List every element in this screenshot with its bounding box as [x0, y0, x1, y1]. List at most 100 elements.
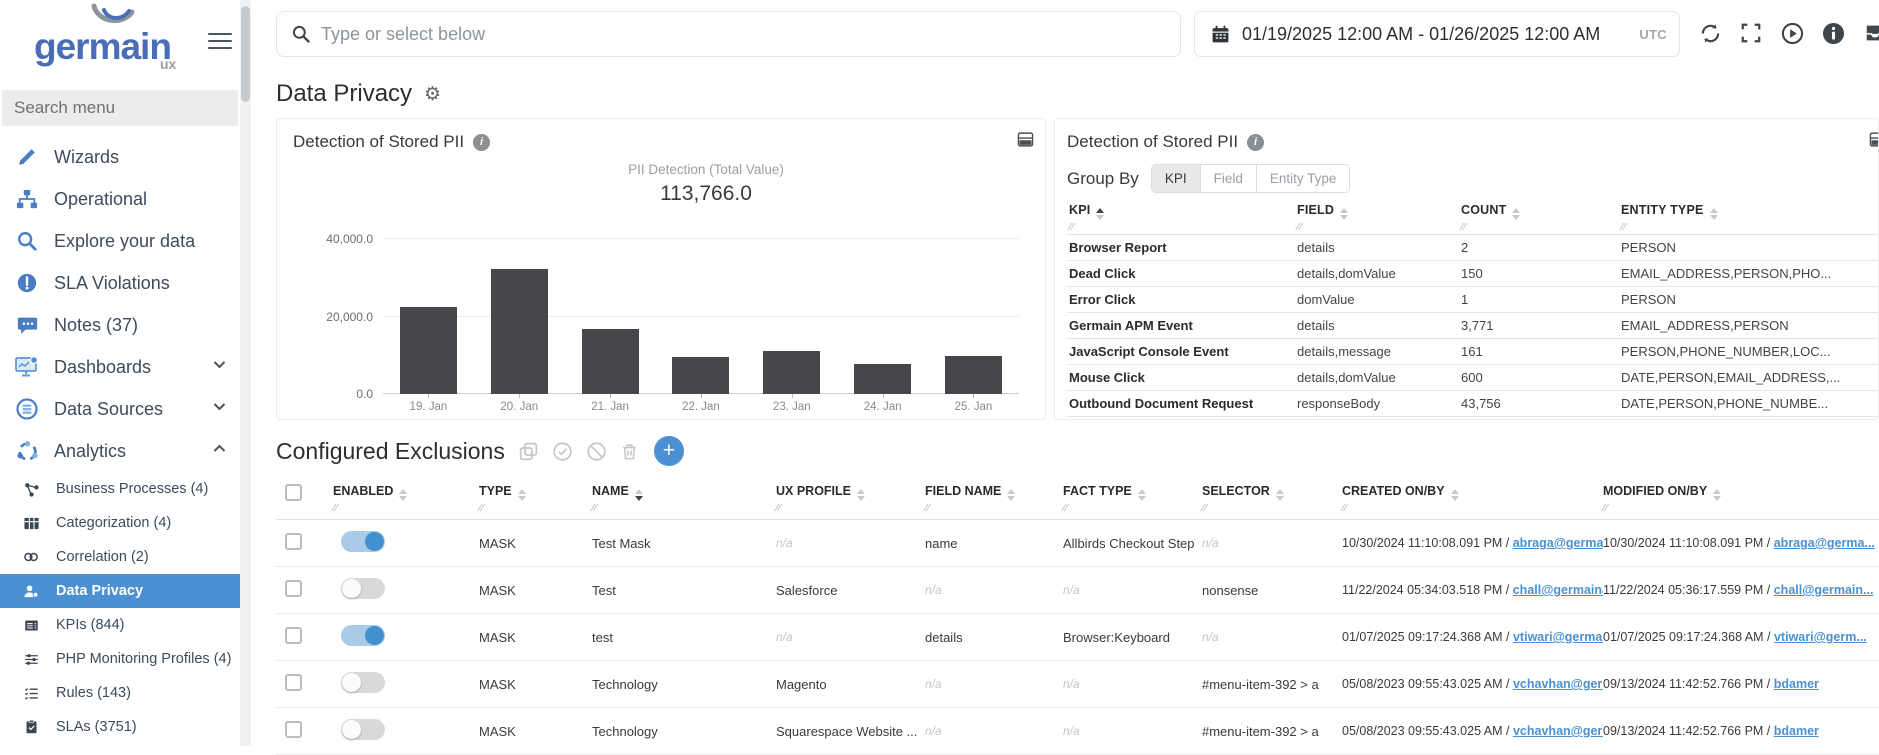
row-checkbox[interactable] — [285, 533, 302, 550]
row-checkbox[interactable] — [285, 721, 302, 738]
sidebar-item-categorization[interactable]: Categorization (4) — [0, 506, 240, 540]
sidebar-item-data-privacy[interactable]: Data Privacy — [0, 574, 240, 608]
pii-table-row[interactable]: JavaScript Console Eventdetails,message1… — [1067, 338, 1878, 364]
column-header-count[interactable]: COUNT⁄⁄ — [1461, 203, 1621, 220]
enabled-toggle[interactable] — [341, 719, 385, 740]
column-header-kpi[interactable]: KPI⁄⁄ — [1069, 203, 1297, 220]
column-header-modified-on-by[interactable]: MODIFIED ON/BY⁄⁄ — [1603, 484, 1879, 501]
play-circle-icon[interactable] — [1781, 22, 1805, 46]
created-by-link[interactable]: vchavhan@germ... — [1513, 677, 1603, 691]
sidebar-item-business-processes[interactable]: Business Processes (4) — [0, 472, 240, 506]
created-by-link[interactable]: chall@germaina... — [1513, 583, 1603, 597]
modified-by-link[interactable]: chall@germain... — [1774, 583, 1874, 597]
modified-by-link[interactable]: bdamer — [1774, 677, 1819, 691]
column-resize-handle[interactable]: ⁄⁄ — [1202, 503, 1207, 514]
column-resize-handle[interactable]: ⁄⁄ — [1621, 222, 1626, 233]
inbox-icon[interactable] — [1863, 22, 1879, 46]
column-header-selector[interactable]: SELECTOR⁄⁄ — [1202, 484, 1342, 501]
hamburger-menu-icon[interactable] — [208, 28, 232, 54]
chart-bar[interactable] — [672, 357, 729, 394]
pii-table-row[interactable]: Outbound HTTP RequestresponseBody65,325P… — [1067, 416, 1878, 420]
column-header-fact-type[interactable]: FACT TYPE⁄⁄ — [1063, 484, 1202, 501]
pii-table-row[interactable]: Outbound Document RequestresponseBody43,… — [1067, 390, 1878, 416]
table-view-toggle-icon[interactable] — [1016, 131, 1035, 148]
column-header-ux-profile[interactable]: UX PROFILE⁄⁄ — [776, 484, 925, 501]
column-header-type[interactable]: TYPE⁄⁄ — [479, 484, 592, 501]
modified-by-link[interactable]: bdamer — [1774, 724, 1819, 738]
created-by-link[interactable]: abraga@germain... — [1513, 536, 1603, 550]
sidebar-item-slas[interactable]: SLAs (3751) — [0, 710, 240, 744]
info-icon[interactable]: i — [473, 134, 490, 151]
group-by-option-entity-type[interactable]: Entity Type — [1257, 165, 1350, 192]
pii-table-row[interactable]: Mouse Clickdetails,domValue600DATE,PERSO… — [1067, 364, 1878, 390]
sidebar-item-notes[interactable]: Notes (37) — [0, 304, 240, 346]
sidebar-item-data-sources[interactable]: Data Sources — [0, 388, 240, 430]
column-resize-handle[interactable]: ⁄⁄ — [1063, 503, 1068, 514]
pii-table-row[interactable]: Browser Reportdetails2PERSON — [1067, 234, 1878, 260]
ban-icon[interactable] — [586, 441, 607, 462]
sidebar-item-operational[interactable]: Operational — [0, 178, 240, 220]
column-resize-handle[interactable]: ⁄⁄ — [592, 503, 597, 514]
chart-bar[interactable] — [763, 351, 820, 394]
column-header-entity-type[interactable]: ENTITY TYPE⁄⁄ — [1621, 203, 1878, 220]
enabled-toggle[interactable] — [341, 672, 385, 693]
chart-bar[interactable] — [854, 364, 911, 394]
chart-bar[interactable] — [400, 307, 457, 394]
add-exclusion-button[interactable]: + — [654, 436, 684, 466]
chart-view-toggle-icon[interactable] — [1868, 131, 1879, 148]
row-checkbox[interactable] — [285, 627, 302, 644]
column-resize-handle[interactable]: ⁄⁄ — [479, 503, 484, 514]
column-header-field[interactable]: FIELD⁄⁄ — [1297, 203, 1461, 220]
chart-bar[interactable] — [491, 269, 548, 394]
enabled-toggle[interactable] — [341, 531, 385, 552]
sidebar-item-rules[interactable]: Rules (143) — [0, 676, 240, 710]
sidebar-search-input[interactable] — [2, 90, 238, 126]
column-resize-handle[interactable]: ⁄⁄ — [776, 503, 781, 514]
group-by-option-field[interactable]: Field — [1201, 165, 1257, 192]
column-resize-handle[interactable]: ⁄⁄ — [1461, 222, 1466, 233]
scrollbar-thumb[interactable] — [241, 6, 250, 102]
trash-icon[interactable] — [620, 441, 641, 462]
column-resize-handle[interactable]: ⁄⁄ — [1297, 222, 1302, 233]
row-checkbox[interactable] — [285, 580, 302, 597]
date-range-picker[interactable]: 01/19/2025 12:00 AM - 01/26/2025 12:00 A… — [1194, 11, 1680, 57]
fullscreen-icon[interactable] — [1740, 22, 1764, 46]
refresh-icon[interactable] — [1699, 22, 1723, 46]
column-header-enabled[interactable]: ENABLED⁄⁄ — [333, 484, 479, 501]
global-search-input[interactable] — [321, 24, 1180, 45]
enabled-toggle[interactable] — [341, 625, 385, 646]
pii-table-row[interactable]: Germain APM Eventdetails3,771EMAIL_ADDRE… — [1067, 312, 1878, 338]
sidebar-item-dashboards[interactable]: Dashboards — [0, 346, 240, 388]
created-by-link[interactable]: vtiwari@germai... — [1513, 630, 1603, 644]
column-resize-handle[interactable]: ⁄⁄ — [1069, 222, 1074, 233]
copy-icon[interactable] — [518, 441, 539, 462]
column-header-created-on-by[interactable]: CREATED ON/BY⁄⁄ — [1342, 484, 1603, 501]
column-resize-handle[interactable]: ⁄⁄ — [1603, 503, 1608, 514]
sidebar-item-sla-violations[interactable]: SLA Violations — [0, 262, 240, 304]
created-by-link[interactable]: vchavhan@germ... — [1513, 724, 1603, 738]
chart-bar[interactable] — [945, 356, 1002, 394]
sidebar-item-php-monitoring-profiles[interactable]: PHP Monitoring Profiles (4) — [0, 642, 240, 676]
modified-by-link[interactable]: vtiwari@germ... — [1774, 630, 1867, 644]
group-by-option-kpi[interactable]: KPI — [1152, 165, 1201, 192]
row-checkbox[interactable] — [285, 674, 302, 691]
sidebar-item-kpis[interactable]: KPIs (844) — [0, 608, 240, 642]
chart-bar[interactable] — [582, 329, 639, 394]
info-icon[interactable]: i — [1247, 134, 1264, 151]
info-circle-icon[interactable] — [1822, 22, 1846, 46]
gear-icon[interactable]: ⚙ — [424, 83, 441, 106]
select-all-checkbox[interactable] — [285, 484, 302, 501]
sidebar-item-correlation[interactable]: Correlation (2) — [0, 540, 240, 574]
modified-by-link[interactable]: abraga@germa... — [1774, 536, 1875, 550]
sidebar-item-wizards[interactable]: Wizards — [0, 136, 240, 178]
column-resize-handle[interactable]: ⁄⁄ — [333, 503, 338, 514]
sidebar-item-analytics[interactable]: Analytics — [0, 430, 240, 472]
column-resize-handle[interactable]: ⁄⁄ — [925, 503, 930, 514]
enabled-toggle[interactable] — [341, 578, 385, 599]
pii-table-row[interactable]: Dead Clickdetails,domValue150EMAIL_ADDRE… — [1067, 260, 1878, 286]
column-resize-handle[interactable]: ⁄⁄ — [1342, 503, 1347, 514]
pii-table-row[interactable]: Error ClickdomValue1PERSON — [1067, 286, 1878, 312]
column-header-name[interactable]: NAME⁄⁄ — [592, 484, 776, 501]
column-header-field-name[interactable]: FIELD NAME⁄⁄ — [925, 484, 1063, 501]
check-circle-icon[interactable] — [552, 441, 573, 462]
